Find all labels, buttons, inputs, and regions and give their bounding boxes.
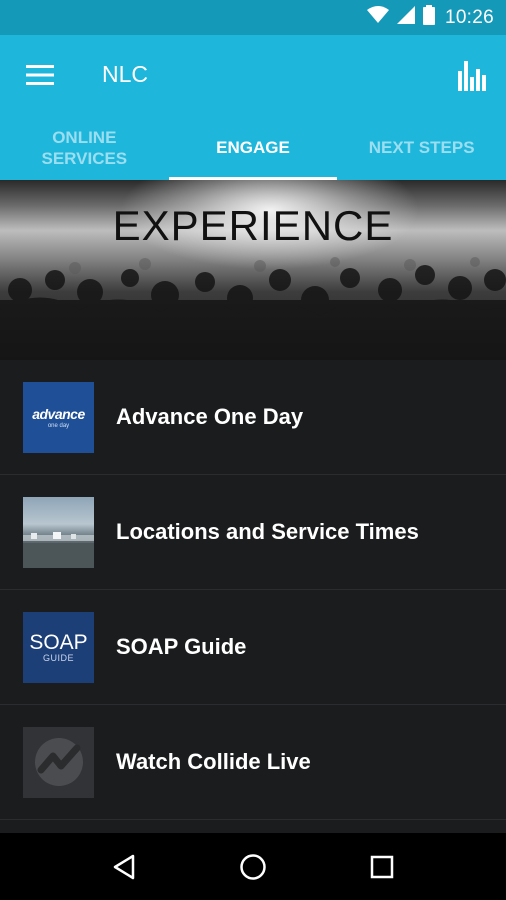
tab-online-services[interactable]: ONLINE SERVICES	[0, 115, 169, 180]
list-item-label: Advance One Day	[116, 404, 304, 429]
list-item-label: Locations and Service Times	[116, 519, 419, 544]
crowd-silhouette	[0, 257, 506, 360]
toolbar: NLC	[0, 35, 506, 115]
soap-logo-subtext: GUIDE	[42, 652, 74, 663]
advance-logo-text: advance	[32, 405, 85, 422]
status-time: 10:26	[444, 6, 494, 28]
battery-icon	[422, 5, 435, 30]
advance-logo-subtext: one day	[47, 422, 70, 429]
experience-banner[interactable]: EXPERIENCE	[0, 180, 506, 360]
system-nav-bar	[0, 833, 506, 900]
soap-logo-text: SOAP	[29, 630, 88, 654]
recents-icon[interactable]	[362, 847, 402, 887]
app-title: NLC	[102, 61, 149, 87]
list-item-locations[interactable]: Locations and Service Times	[0, 475, 506, 590]
engage-list: advance one day Advance One Day Location…	[0, 360, 506, 820]
tab-label: ONLINE SERVICES	[41, 127, 128, 168]
list-item-watch-collide-live[interactable]: Watch Collide Live	[0, 705, 506, 820]
tab-bar: ONLINE SERVICES ENGAGE NEXT STEPS	[0, 115, 506, 180]
advance-thumbnail: advance one day	[23, 381, 94, 453]
tab-label: NEXT STEPS	[368, 138, 475, 157]
back-icon[interactable]	[104, 847, 144, 887]
list-item-soap-guide[interactable]: SOAP GUIDE SOAP Guide	[0, 590, 506, 705]
banner-title: EXPERIENCE	[112, 202, 394, 249]
home-icon[interactable]	[233, 847, 273, 887]
tab-label: ENGAGE	[216, 138, 290, 157]
locations-thumbnail	[23, 496, 94, 568]
list-item-advance-one-day[interactable]: advance one day Advance One Day	[0, 360, 506, 475]
wifi-icon	[366, 6, 389, 29]
tab-engage[interactable]: ENGAGE	[168, 115, 338, 180]
bar-chart-icon[interactable]	[456, 55, 488, 91]
status-bar: 10:26	[0, 0, 506, 35]
waterfront-image	[23, 531, 94, 568]
hamburger-menu-icon[interactable]	[24, 61, 56, 89]
list-item-label: SOAP Guide	[116, 634, 247, 659]
soap-thumbnail: SOAP GUIDE	[23, 611, 94, 683]
signal-icon	[396, 6, 415, 29]
list-item-label: Watch Collide Live	[116, 749, 311, 774]
app-bar: NLC ONLINE SERVICES ENGAGE NEXT STEPS	[0, 35, 506, 180]
tab-next-steps[interactable]: NEXT STEPS	[337, 115, 506, 180]
collide-logo-icon	[23, 726, 94, 798]
